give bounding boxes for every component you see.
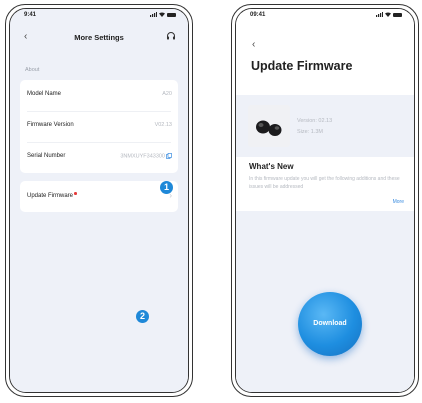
update-firmware-label-wrap: Update Firmware: [27, 192, 77, 199]
phone-screen: 9:41 ‹ More Settings About Model Name A2…: [9, 8, 189, 393]
update-firmware-label: Update Firmware: [27, 193, 74, 199]
back-button[interactable]: ‹: [252, 39, 255, 50]
more-link[interactable]: More: [393, 199, 404, 205]
firmware-version: Version: 02.13: [297, 118, 333, 124]
status-time: 9:41: [24, 12, 37, 18]
row-value: 3NMXUYF343300: [120, 153, 165, 160]
row-label: Firmware Version: [27, 122, 74, 128]
download-button[interactable]: Download: [298, 292, 362, 356]
nav-bar: ‹ More Settings: [10, 31, 188, 47]
phone-screen: 09:41 ‹ Update Firmware Version: 02.13 S…: [235, 8, 415, 393]
row-label: Model Name: [27, 91, 62, 97]
step-badge-2: 2: [136, 310, 149, 323]
status-icons: [376, 12, 402, 17]
wifi-icon: [385, 12, 391, 17]
phone-frame-more-settings: 9:41 ‹ More Settings About Model Name A2…: [5, 4, 193, 397]
row-label: Serial Number: [27, 153, 66, 159]
battery-icon: [167, 12, 176, 17]
headset-icon[interactable]: [166, 31, 176, 41]
earbuds-image: [248, 105, 290, 147]
row-value-wrap: 3NMXUYF343300: [120, 153, 172, 159]
update-firmware-screen: 09:41 ‹ Update Firmware Version: 02.13 S…: [236, 9, 414, 392]
row-value: A20: [162, 91, 172, 97]
earbuds-icon: [256, 120, 282, 136]
notification-dot: [74, 192, 77, 195]
copy-icon[interactable]: [166, 153, 172, 159]
firmware-size: Size: 1.3M: [297, 129, 323, 135]
whats-new-heading: What's New: [249, 162, 294, 171]
status-time: 09:41: [250, 12, 266, 18]
page-title: Update Firmware: [251, 59, 353, 73]
instruction-illustration: 9:41 ‹ More Settings About Model Name A2…: [0, 0, 422, 403]
more-settings-screen: 9:41 ‹ More Settings About Model Name A2…: [10, 9, 188, 392]
wifi-icon: [159, 12, 165, 17]
page-title: More Settings: [74, 33, 124, 42]
step-badge-1: 1: [160, 181, 173, 194]
update-firmware-row[interactable]: Update Firmware ›: [20, 181, 178, 212]
release-notes: In this firmware update you will get the…: [249, 176, 400, 190]
info-row-firmware-version: Firmware Version V02.13: [20, 111, 178, 142]
phone-frame-update-firmware: 09:41 ‹ Update Firmware Version: 02.13 S…: [231, 4, 419, 397]
status-icons: [150, 12, 176, 17]
signal-icon: [376, 12, 383, 17]
status-bar: 9:41: [10, 11, 188, 21]
battery-icon: [393, 12, 402, 17]
info-row-model-name: Model Name A20: [20, 80, 178, 111]
row-value: V02.13: [154, 122, 172, 128]
section-label-about: About: [25, 67, 40, 73]
signal-icon: [150, 12, 157, 17]
device-info-card: Model Name A20 Firmware Version V02.13 S…: [20, 80, 178, 173]
status-bar: 09:41: [236, 11, 414, 21]
info-row-serial-number: Serial Number 3NMXUYF343300: [20, 142, 178, 173]
